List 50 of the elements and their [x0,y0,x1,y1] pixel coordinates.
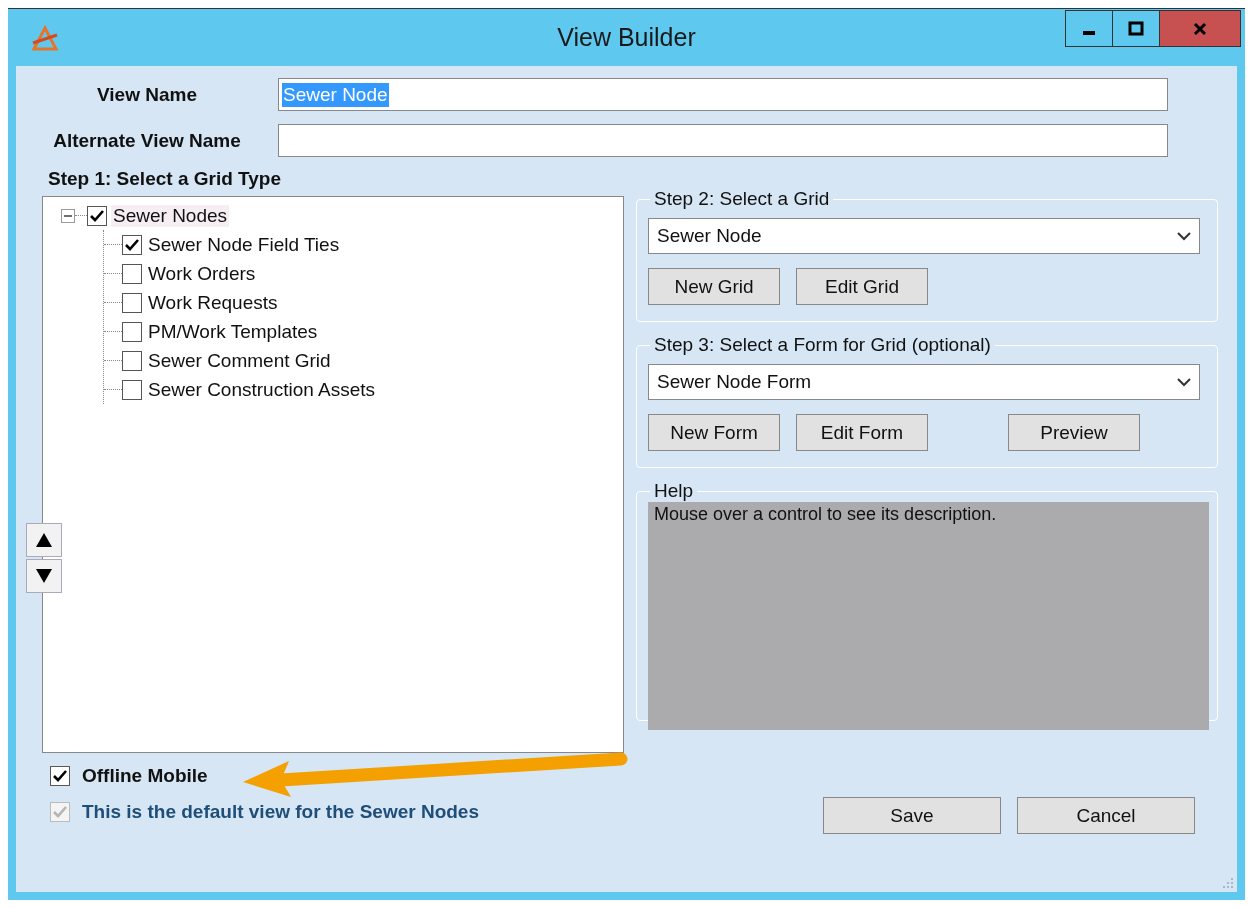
checkbox[interactable] [122,234,142,255]
action-button[interactable]: New Grid [648,268,780,305]
checkbox[interactable] [122,321,142,342]
tree-item[interactable]: PM/Work Templates [146,320,320,343]
collapse-icon[interactable] [61,208,75,223]
minimize-icon [1083,30,1095,35]
tree-item[interactable]: Sewer Construction Assets [146,378,378,401]
checkbox[interactable] [87,205,107,226]
field-label: View Name [96,83,198,106]
group-label: Step 2: Select a Grid [653,188,831,210]
action-button[interactable]: New Form [648,414,780,451]
field-label: Alternate View Name [52,129,242,152]
tree-item[interactable]: Sewer Nodes [111,204,230,227]
dialog-button[interactable]: Cancel [1017,797,1195,834]
group-label: Step 3: Select a Form for Grid (optional) [653,334,992,356]
checkbox-label: This is the default view for the Sewer Nodes [82,801,479,823]
maximize-icon [1128,20,1144,37]
input-field[interactable] [278,124,1168,157]
action-button[interactable]: Edit Form [796,414,928,451]
up-triangle-icon [35,532,53,548]
dropdown[interactable]: Sewer Node [648,218,1200,254]
move-up-button[interactable] [26,523,62,557]
window-title: View Builder [557,23,696,52]
down-triangle-icon [35,568,53,584]
dropdown[interactable]: Sewer Node Form [648,364,1200,400]
checkbox-label: Offline Mobile [82,765,208,787]
close-icon [1192,20,1208,37]
move-down-button[interactable] [26,559,62,593]
section-label: Step 1: Select a Grid Type [48,168,282,190]
tree-item[interactable]: Sewer Node Field Ties [146,233,342,256]
tree-item[interactable]: Work Orders [146,262,258,285]
minimize-button[interactable] [1065,10,1113,47]
resize-grip-icon[interactable] [1221,876,1235,890]
checkbox[interactable] [122,379,142,400]
tree-item[interactable]: Work Requests [146,291,280,314]
maximize-button[interactable] [1112,10,1160,47]
help-text: Mouse over a control to see its description. [654,504,997,524]
chevron-down-icon [1177,377,1191,387]
checkbox[interactable] [122,263,142,284]
checkbox[interactable] [50,766,70,786]
dialog-button[interactable]: Save [823,797,1001,834]
checkbox[interactable] [122,292,142,313]
drafting-triangle-icon [30,23,60,53]
tree-item[interactable]: Sewer Comment Grid [146,349,333,372]
field-value: Sewer Node [282,82,389,107]
action-button[interactable]: Edit Grid [796,268,928,305]
action-button[interactable]: Preview [1008,414,1140,451]
group-label: Help [653,480,695,502]
chevron-down-icon [1177,231,1191,241]
checkbox[interactable] [122,350,142,371]
